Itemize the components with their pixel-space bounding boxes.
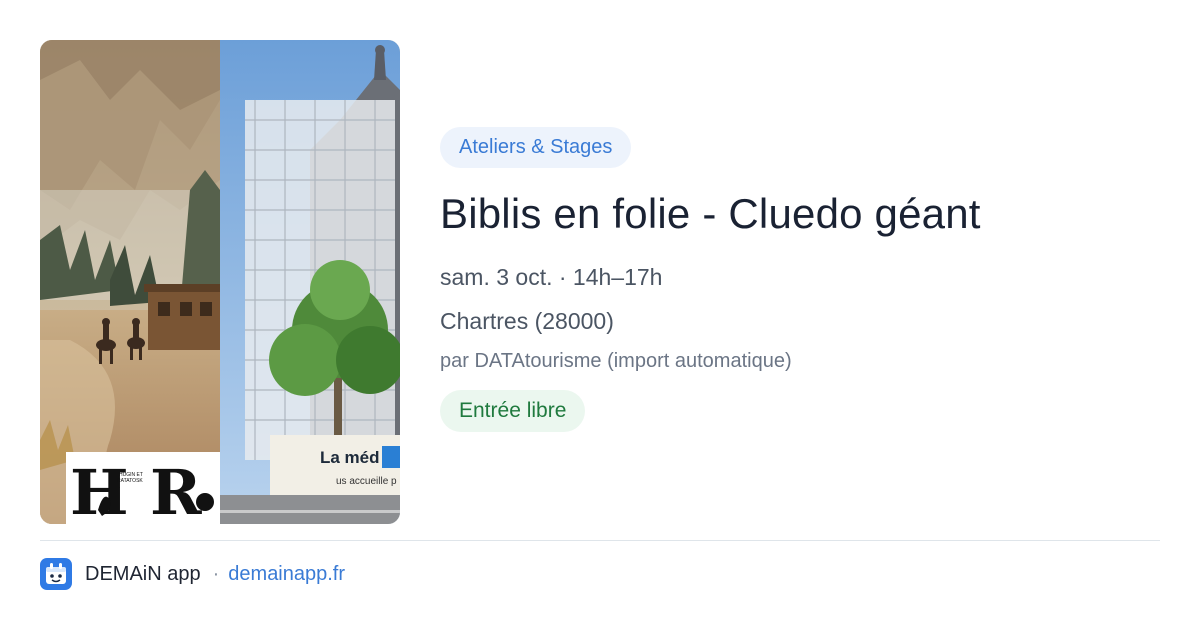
price-badge: Entrée libre [440,390,586,432]
svg-text:R: R [150,456,202,524]
footer: DEMAiN app · demainapp.fr [40,558,345,590]
app-name: DEMAiN app [85,562,201,585]
sign-text-2: us accueille p [336,476,397,487]
event-source: par DATAtourisme (import automatique) [440,350,792,372]
app-logo-icon [40,558,72,590]
footer-divider [40,540,1160,541]
footer-separator: · [212,562,220,585]
category-badge[interactable]: Ateliers & Stages [440,127,632,168]
sign-text-1: La méd [320,448,380,467]
event-location: Chartres (28000) [440,308,614,334]
logo-text-2: RATATOSK [117,478,143,484]
event-datetime: sam. 3 oct. · 14h–17h [440,264,663,290]
app-website-link[interactable]: demainapp.fr [228,563,345,586]
event-image: La méd us accueille p H R HUGIN ET RATAT… [40,40,400,524]
organizer-logo: H R HUGIN ET RATATOSK [66,452,220,524]
event-info: Ateliers & Stages Biblis en folie - Clue… [440,127,1160,432]
event-title: Biblis en folie - Cluedo géant [440,190,981,237]
svg-text:H: H [70,456,126,524]
event-photo: La méd us accueille p H R HUGIN ET RATAT… [40,40,400,524]
